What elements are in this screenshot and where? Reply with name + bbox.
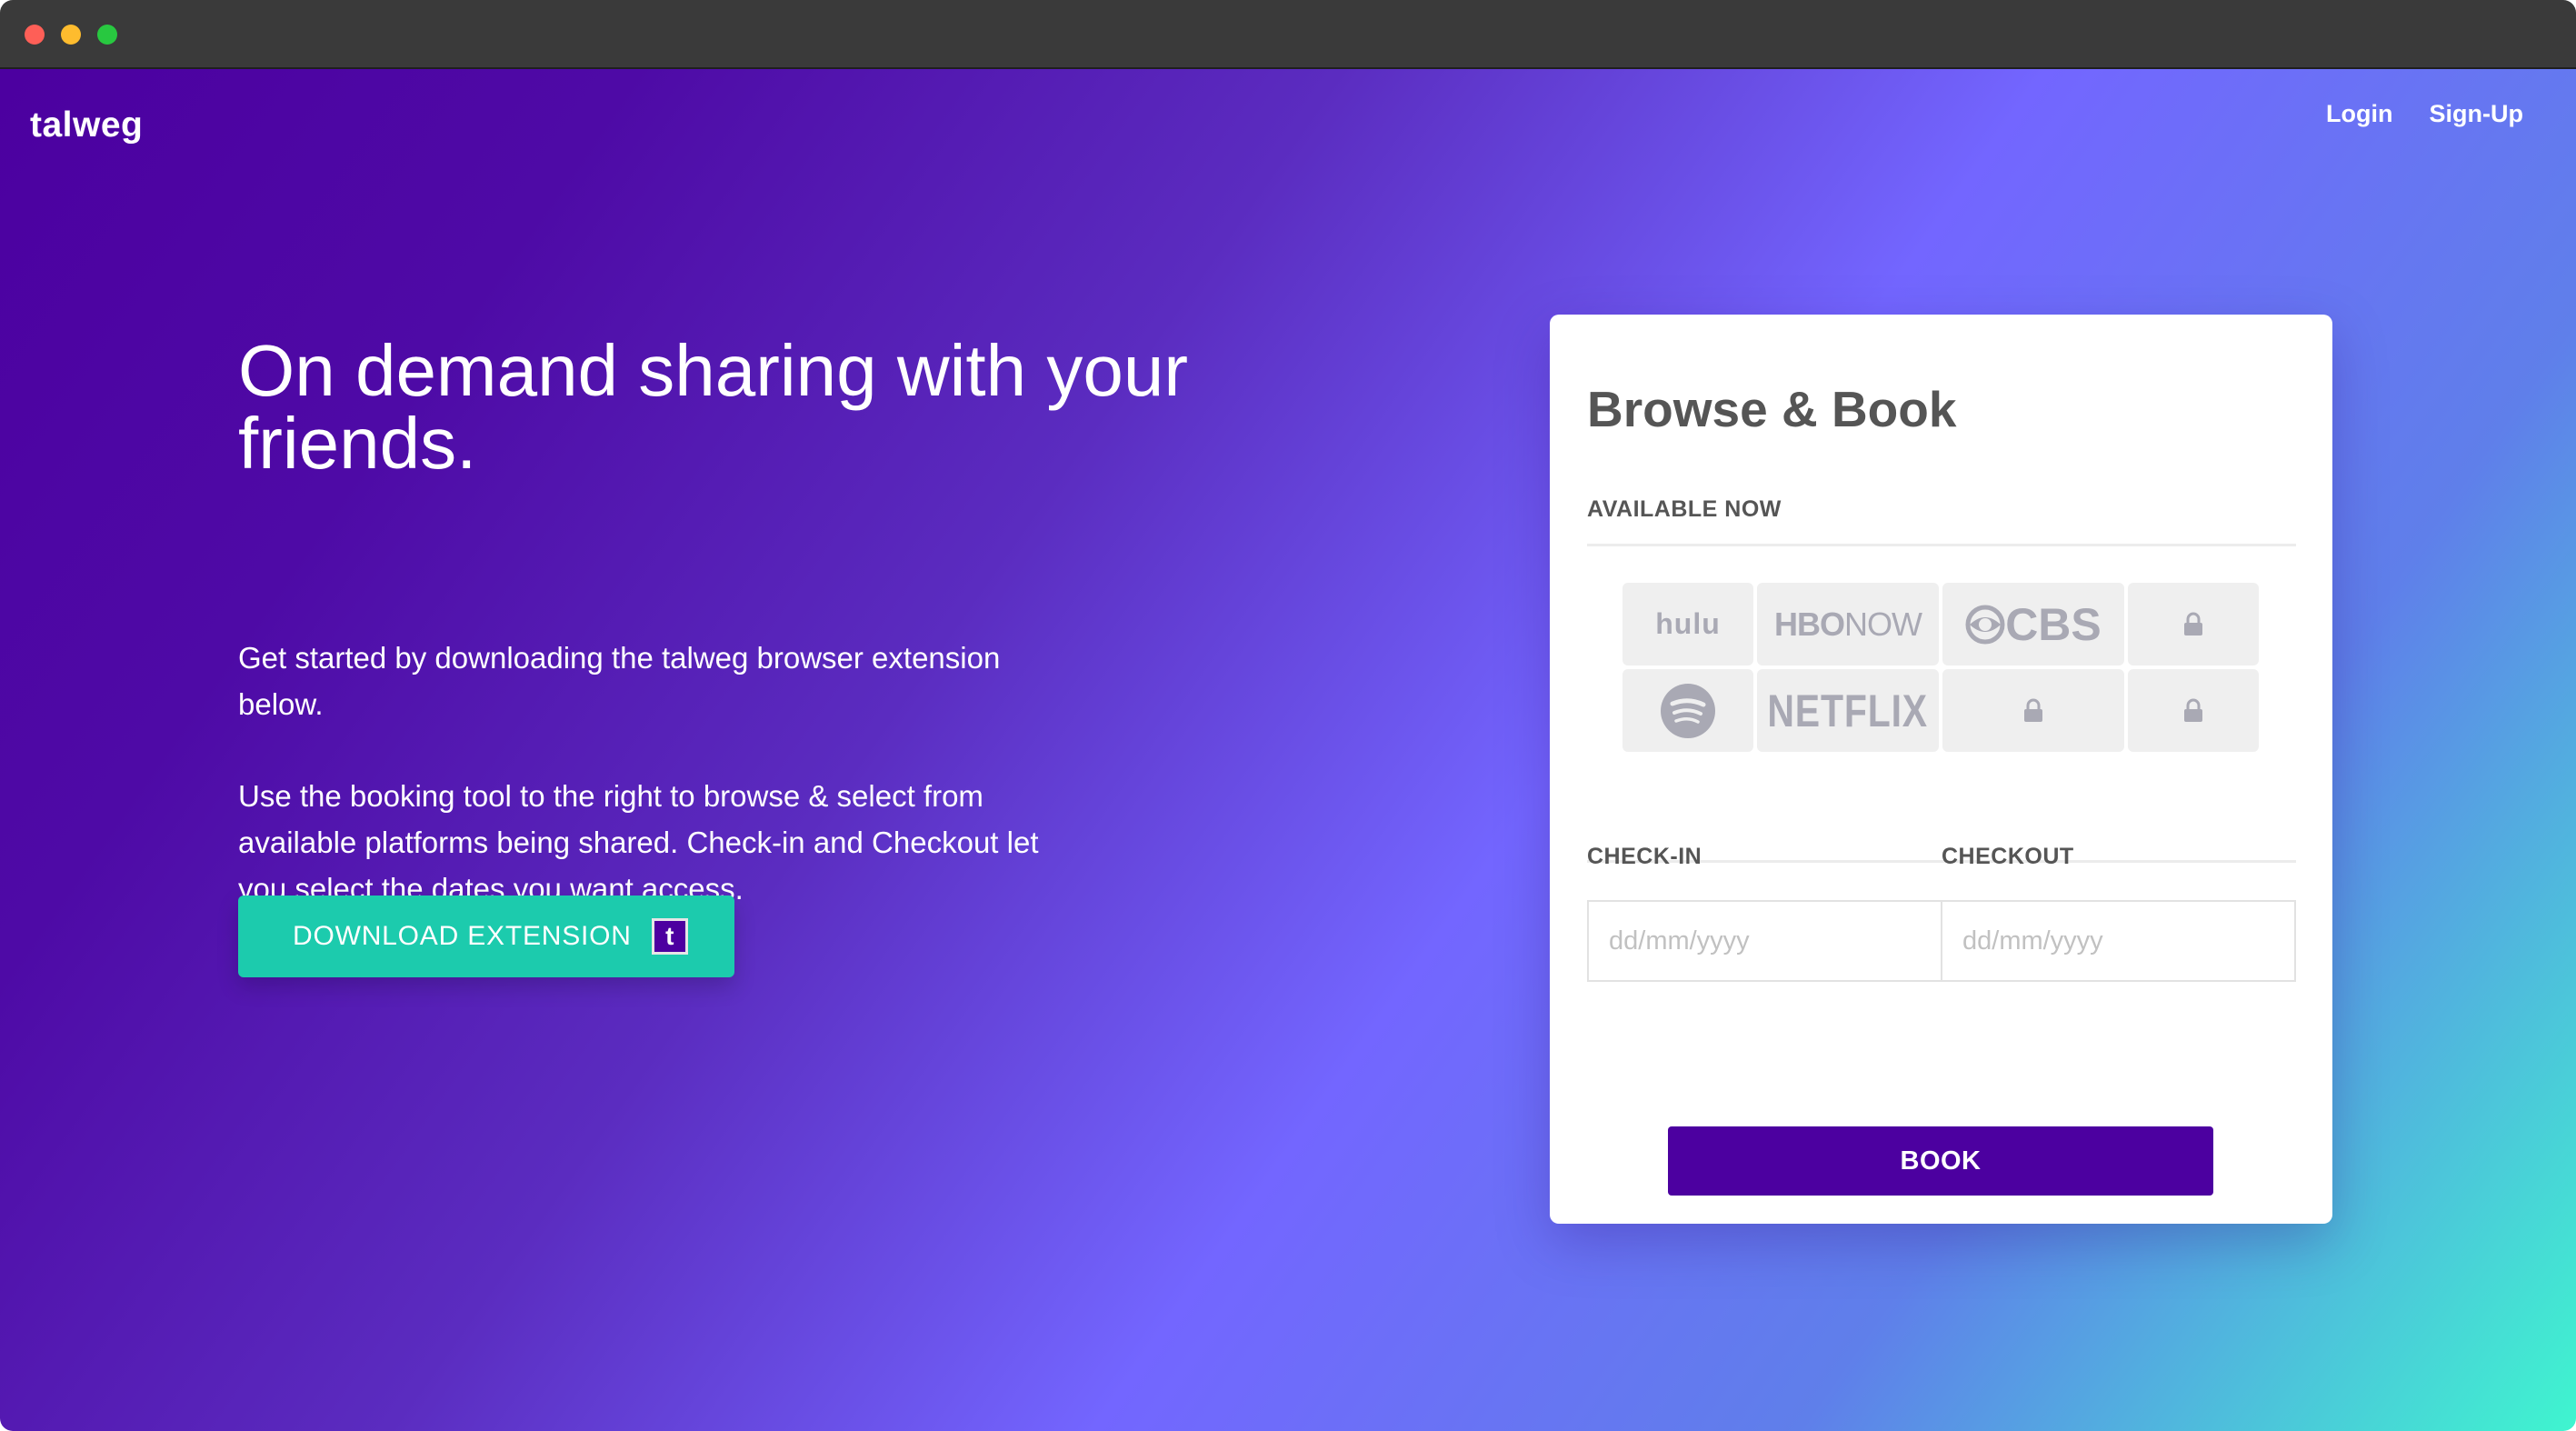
download-extension-label: DOWNLOAD EXTENSION bbox=[293, 921, 632, 951]
platform-tile-locked-3[interactable] bbox=[2128, 669, 2259, 752]
platform-tile-locked-2[interactable] bbox=[1942, 669, 2124, 752]
minimize-window-button[interactable] bbox=[61, 25, 81, 45]
spotify-icon bbox=[1661, 683, 1715, 738]
divider-top bbox=[1587, 544, 2296, 546]
platform-tile-netflix[interactable]: NETFLIX bbox=[1757, 669, 1939, 752]
login-link[interactable]: Login bbox=[2326, 100, 2392, 128]
netflix-logo: NETFLIX bbox=[1767, 685, 1929, 736]
platform-tile-spotify[interactable] bbox=[1622, 669, 1753, 752]
checkout-label: CHECKOUT bbox=[1942, 844, 2074, 869]
cbs-logo: CBS bbox=[1965, 598, 2102, 651]
checkout-field[interactable] bbox=[1941, 900, 2296, 982]
top-nav: Login Sign-Up bbox=[2326, 100, 2523, 128]
t-logo-icon: t bbox=[651, 918, 688, 955]
hbonow-logo: HBONOW bbox=[1774, 605, 1922, 643]
window-titlebar bbox=[0, 0, 2576, 69]
hulu-logo: hulu bbox=[1655, 607, 1721, 640]
checkin-field[interactable] bbox=[1587, 900, 1942, 982]
platform-tile-cbs[interactable]: CBS bbox=[1942, 583, 2124, 665]
hero-paragraph-booking: Use the booking tool to the right to bro… bbox=[238, 779, 1039, 906]
available-now-label: AVAILABLE NOW bbox=[1587, 496, 1782, 522]
lock-icon bbox=[2024, 698, 2042, 722]
browser-window: talweg Login Sign-Up On demand sharing w… bbox=[0, 0, 2576, 1431]
cbs-eye-icon bbox=[1965, 605, 2005, 644]
download-extension-button[interactable]: DOWNLOAD EXTENSION t bbox=[238, 896, 734, 977]
brand-logo[interactable]: talweg bbox=[30, 105, 143, 145]
platform-tile-locked-1[interactable] bbox=[2128, 583, 2259, 665]
platform-tile-hulu[interactable]: hulu bbox=[1622, 583, 1753, 665]
hero-section: On demand sharing with your friends. Get… bbox=[238, 330, 1329, 906]
platform-grid: hulu HBONOW CBS NETFLIX bbox=[1622, 583, 2261, 752]
hero-paragraph-download: Get started by downloading the talweg br… bbox=[238, 641, 1001, 721]
maximize-window-button[interactable] bbox=[97, 25, 117, 45]
lock-icon bbox=[2184, 698, 2202, 722]
landing-page: talweg Login Sign-Up On demand sharing w… bbox=[0, 69, 2576, 1431]
checkin-input[interactable] bbox=[1607, 925, 1920, 957]
lock-icon bbox=[2184, 612, 2202, 635]
close-window-button[interactable] bbox=[25, 25, 45, 45]
hero-headline: On demand sharing with your friends. bbox=[238, 330, 1188, 484]
browse-book-card: Browse & Book AVAILABLE NOW hulu HBONOW bbox=[1550, 315, 2332, 1224]
checkin-label: CHECK-IN bbox=[1587, 844, 1702, 869]
signup-link[interactable]: Sign-Up bbox=[2430, 100, 2523, 128]
book-button[interactable]: BOOK bbox=[1668, 1126, 2213, 1196]
checkout-input[interactable] bbox=[1961, 925, 2273, 957]
card-title: Browse & Book bbox=[1587, 381, 1957, 437]
platform-tile-hbonow[interactable]: HBONOW bbox=[1757, 583, 1939, 665]
